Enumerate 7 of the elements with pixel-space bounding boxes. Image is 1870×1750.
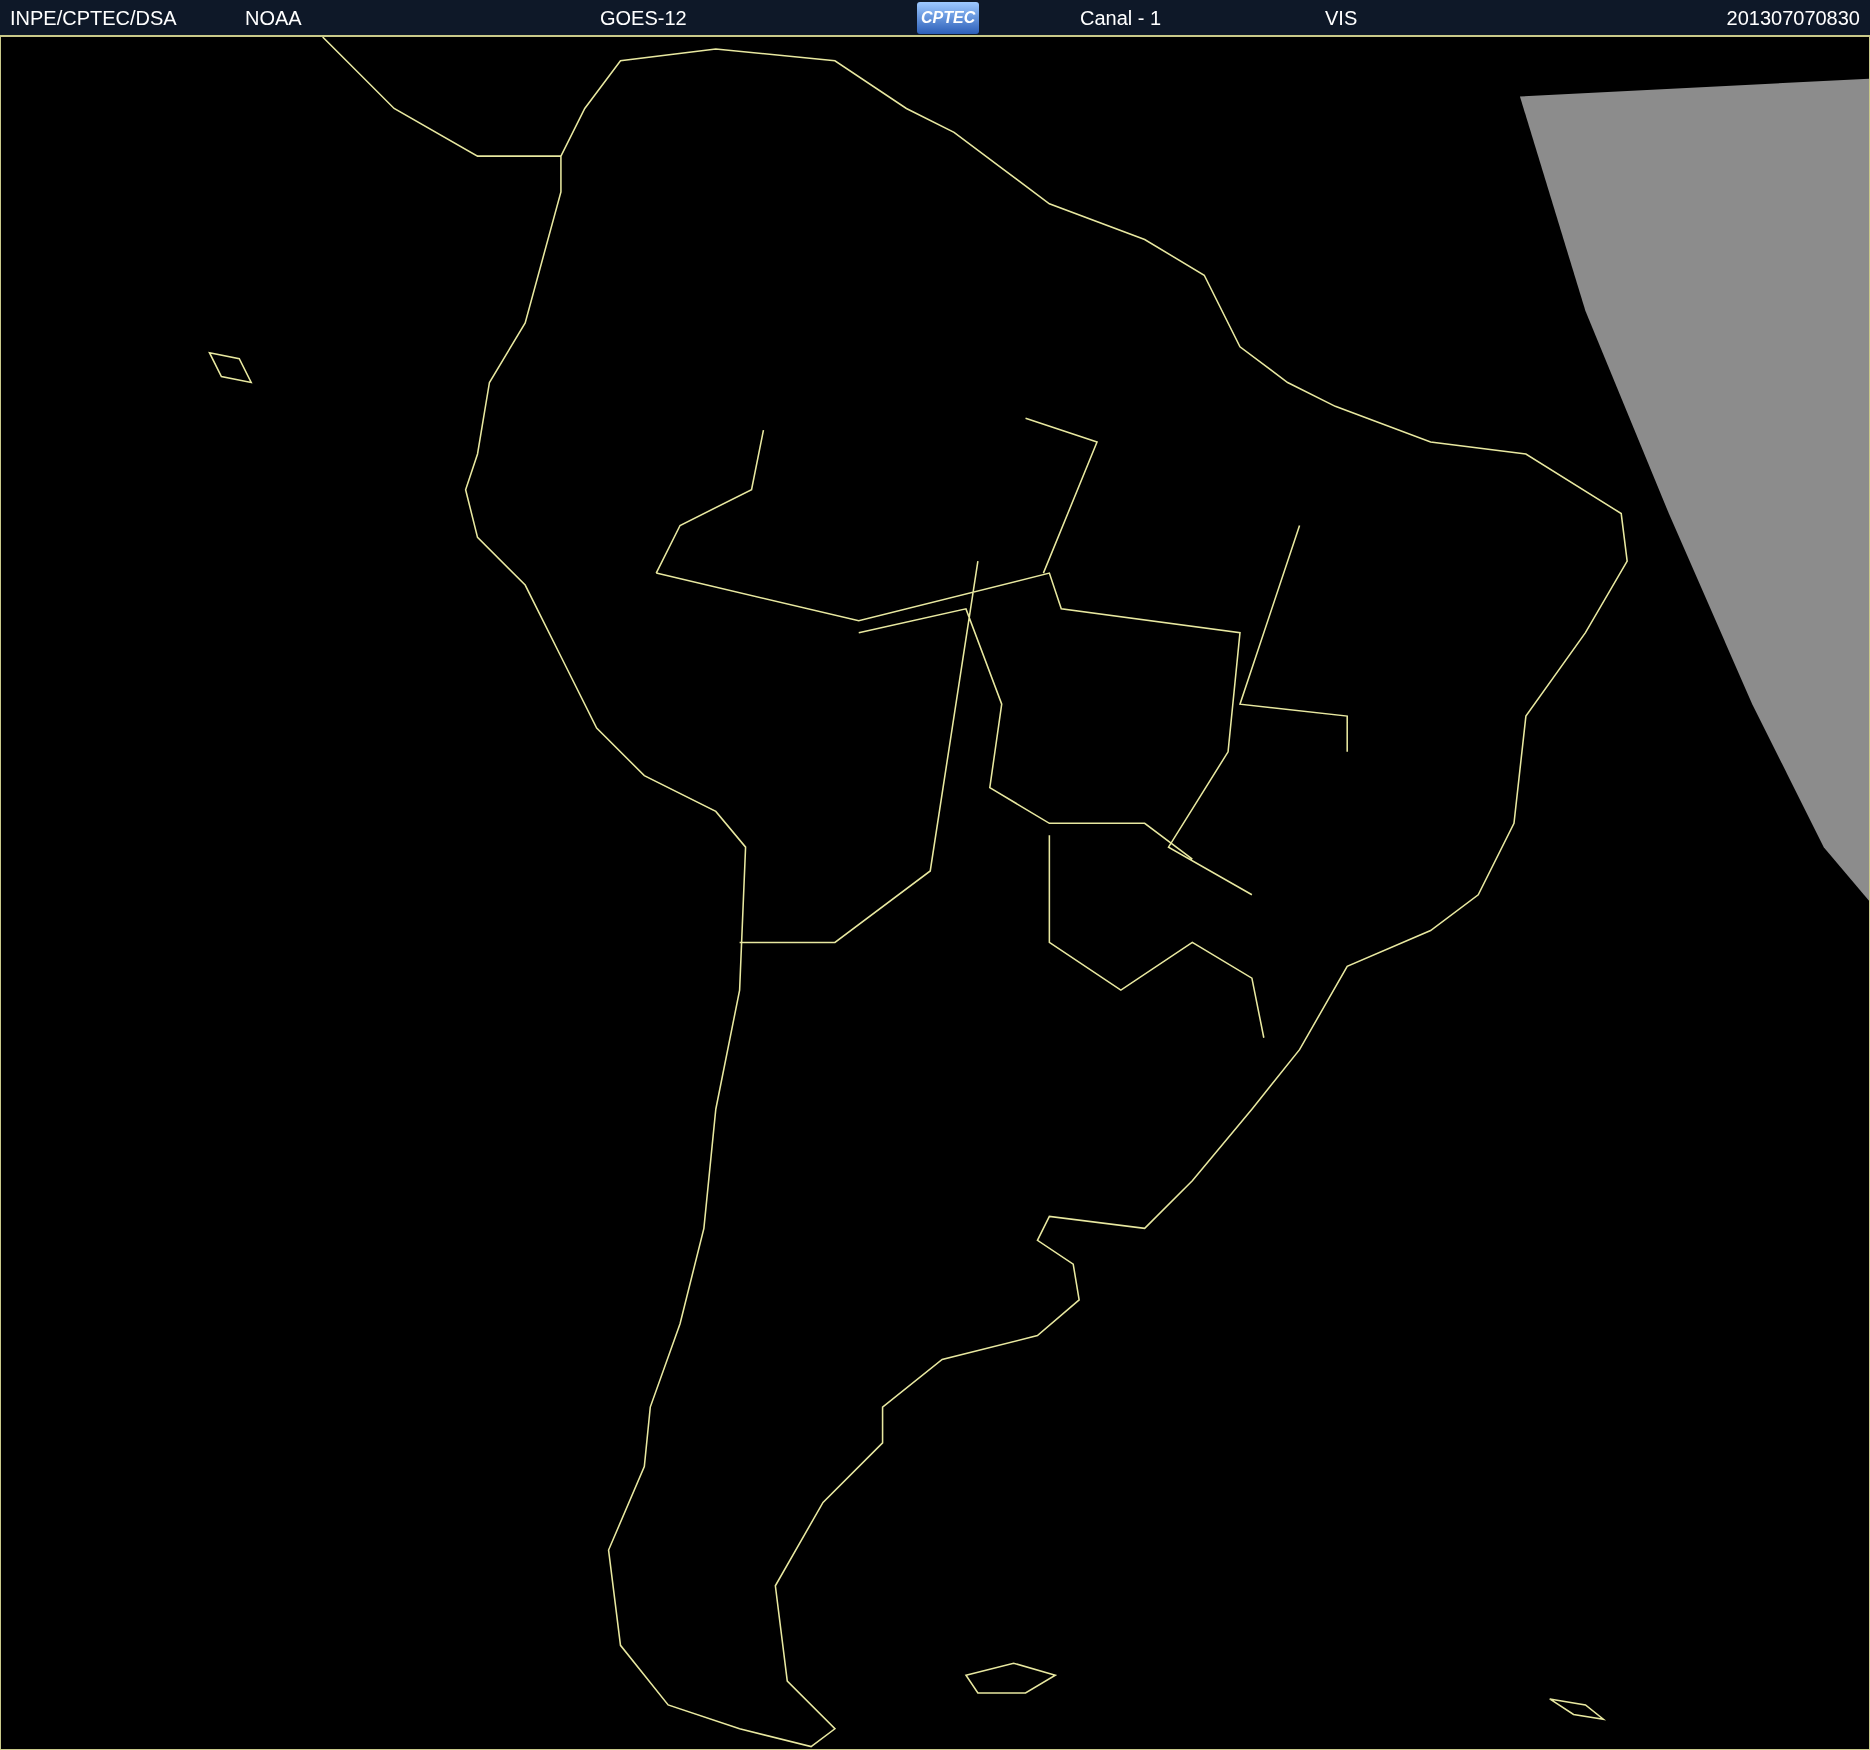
header-label: VIS — [1325, 7, 1358, 28]
logo: CPTEC — [917, 1, 980, 34]
header-label: Canal - 1 — [1080, 7, 1162, 28]
header-label: INPE/CPTEC/DSA — [10, 7, 177, 28]
header-label: GOES-12 — [600, 7, 687, 28]
header-label: 201307070830 — [1726, 7, 1860, 28]
header-label: NOAA — [245, 7, 302, 28]
